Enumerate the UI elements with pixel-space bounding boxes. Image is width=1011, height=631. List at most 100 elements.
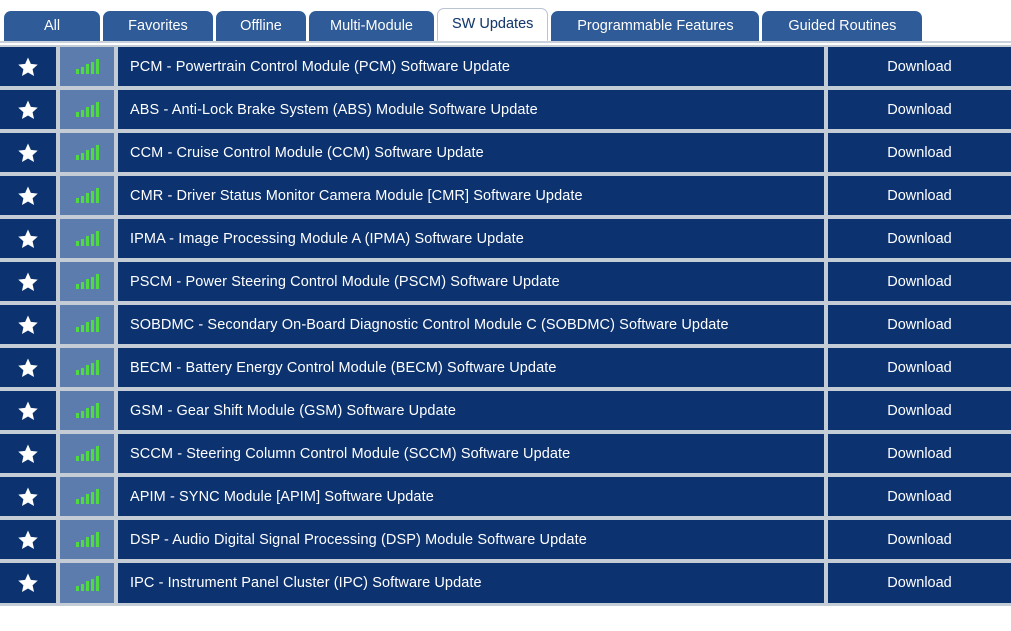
download-button[interactable]: Download (828, 90, 1011, 129)
table-row[interactable]: CMR - Driver Status Monitor Camera Modul… (0, 176, 1011, 219)
tab-all[interactable]: All (4, 11, 100, 41)
star-icon (17, 56, 39, 78)
download-button[interactable]: Download (828, 520, 1011, 559)
favorite-toggle[interactable] (0, 477, 60, 516)
download-button[interactable]: Download (828, 305, 1011, 344)
table-row[interactable]: SCCM - Steering Column Control Module (S… (0, 434, 1011, 477)
favorite-toggle[interactable] (0, 520, 60, 559)
signal-bars-icon (75, 145, 99, 160)
module-title[interactable]: SCCM - Steering Column Control Module (S… (118, 434, 828, 473)
download-button[interactable]: Download (828, 219, 1011, 258)
signal-strength-cell[interactable] (60, 219, 118, 258)
module-title[interactable]: SOBDMC - Secondary On-Board Diagnostic C… (118, 305, 828, 344)
signal-strength-cell[interactable] (60, 262, 118, 301)
table-row[interactable]: DSP - Audio Digital Signal Processing (D… (0, 520, 1011, 563)
module-title[interactable]: PCM - Powertrain Control Module (PCM) So… (118, 47, 828, 86)
tab-multi-module[interactable]: Multi-Module (309, 11, 434, 41)
module-title[interactable]: DSP - Audio Digital Signal Processing (D… (118, 520, 828, 559)
star-icon (17, 357, 39, 379)
star-icon (17, 99, 39, 121)
favorite-toggle[interactable] (0, 176, 60, 215)
table-row[interactable]: GSM - Gear Shift Module (GSM) Software U… (0, 391, 1011, 434)
signal-bars-icon (75, 575, 99, 591)
tab-sw-updates[interactable]: SW Updates (437, 8, 549, 41)
signal-bars-icon (75, 403, 99, 418)
table-row[interactable]: IPC - Instrument Panel Cluster (IPC) Sof… (0, 563, 1011, 606)
tab-favorites[interactable]: Favorites (103, 11, 213, 41)
download-button[interactable]: Download (828, 47, 1011, 86)
table-row[interactable]: APIM - SYNC Module [APIM] Software Updat… (0, 477, 1011, 520)
star-icon (17, 572, 39, 594)
signal-bars-icon (75, 489, 99, 504)
star-icon (17, 400, 39, 422)
tab-offline[interactable]: Offline (216, 11, 306, 41)
module-title[interactable]: CMR - Driver Status Monitor Camera Modul… (118, 176, 828, 215)
signal-bars-icon (75, 446, 99, 461)
table-row[interactable]: PCM - Powertrain Control Module (PCM) So… (0, 47, 1011, 90)
table-row[interactable]: BECM - Battery Energy Control Module (BE… (0, 348, 1011, 391)
star-icon (17, 185, 39, 207)
signal-strength-cell[interactable] (60, 305, 118, 344)
module-title[interactable]: IPC - Instrument Panel Cluster (IPC) Sof… (118, 563, 828, 603)
table-row[interactable]: ABS - Anti-Lock Brake System (ABS) Modul… (0, 90, 1011, 133)
signal-strength-cell[interactable] (60, 434, 118, 473)
table-row[interactable]: IPMA - Image Processing Module A (IPMA) … (0, 219, 1011, 262)
favorite-toggle[interactable] (0, 434, 60, 473)
signal-bars-icon (75, 102, 99, 117)
signal-bars-icon (75, 59, 99, 74)
signal-bars-icon (75, 188, 99, 203)
table-row[interactable]: SOBDMC - Secondary On-Board Diagnostic C… (0, 305, 1011, 348)
favorite-toggle[interactable] (0, 90, 60, 129)
star-icon (17, 443, 39, 465)
favorite-toggle[interactable] (0, 563, 60, 603)
module-list-table: PCM - Powertrain Control Module (PCM) So… (0, 45, 1011, 606)
tab-bar: All Favorites Offline Multi-Module SW Update… (0, 8, 1011, 41)
tab-bar-divider (0, 41, 1011, 43)
download-button[interactable]: Download (828, 348, 1011, 387)
module-title[interactable]: ABS - Anti-Lock Brake System (ABS) Modul… (118, 90, 828, 129)
signal-bars-icon (75, 317, 99, 332)
favorite-toggle[interactable] (0, 262, 60, 301)
signal-strength-cell[interactable] (60, 176, 118, 215)
table-row[interactable]: CCM - Cruise Control Module (CCM) Softwa… (0, 133, 1011, 176)
download-button[interactable]: Download (828, 262, 1011, 301)
signal-strength-cell[interactable] (60, 563, 118, 603)
module-title[interactable]: BECM - Battery Energy Control Module (BE… (118, 348, 828, 387)
star-icon (17, 486, 39, 508)
module-title[interactable]: IPMA - Image Processing Module A (IPMA) … (118, 219, 828, 258)
signal-strength-cell[interactable] (60, 348, 118, 387)
favorite-toggle[interactable] (0, 133, 60, 172)
tab-guided-routines[interactable]: Guided Routines (762, 11, 923, 41)
download-button[interactable]: Download (828, 563, 1011, 603)
signal-strength-cell[interactable] (60, 520, 118, 559)
download-button[interactable]: Download (828, 176, 1011, 215)
signal-bars-icon (75, 231, 99, 246)
signal-strength-cell[interactable] (60, 477, 118, 516)
download-button[interactable]: Download (828, 477, 1011, 516)
download-button[interactable]: Download (828, 434, 1011, 473)
signal-bars-icon (75, 360, 99, 375)
signal-strength-cell[interactable] (60, 391, 118, 430)
signal-bars-icon (75, 274, 99, 289)
sw-updates-screen: All Favorites Offline Multi-Module SW Update… (0, 0, 1011, 631)
star-icon (17, 529, 39, 551)
favorite-toggle[interactable] (0, 348, 60, 387)
star-icon (17, 142, 39, 164)
favorite-toggle[interactable] (0, 305, 60, 344)
module-title[interactable]: PSCM - Power Steering Control Module (PS… (118, 262, 828, 301)
signal-strength-cell[interactable] (60, 90, 118, 129)
tab-programmable-features[interactable]: Programmable Features (551, 11, 760, 41)
star-icon (17, 228, 39, 250)
download-button[interactable]: Download (828, 133, 1011, 172)
signal-strength-cell[interactable] (60, 47, 118, 86)
module-title[interactable]: CCM - Cruise Control Module (CCM) Softwa… (118, 133, 828, 172)
star-icon (17, 271, 39, 293)
favorite-toggle[interactable] (0, 219, 60, 258)
table-row[interactable]: PSCM - Power Steering Control Module (PS… (0, 262, 1011, 305)
favorite-toggle[interactable] (0, 47, 60, 86)
download-button[interactable]: Download (828, 391, 1011, 430)
favorite-toggle[interactable] (0, 391, 60, 430)
signal-strength-cell[interactable] (60, 133, 118, 172)
module-title[interactable]: APIM - SYNC Module [APIM] Software Updat… (118, 477, 828, 516)
module-title[interactable]: GSM - Gear Shift Module (GSM) Software U… (118, 391, 828, 430)
